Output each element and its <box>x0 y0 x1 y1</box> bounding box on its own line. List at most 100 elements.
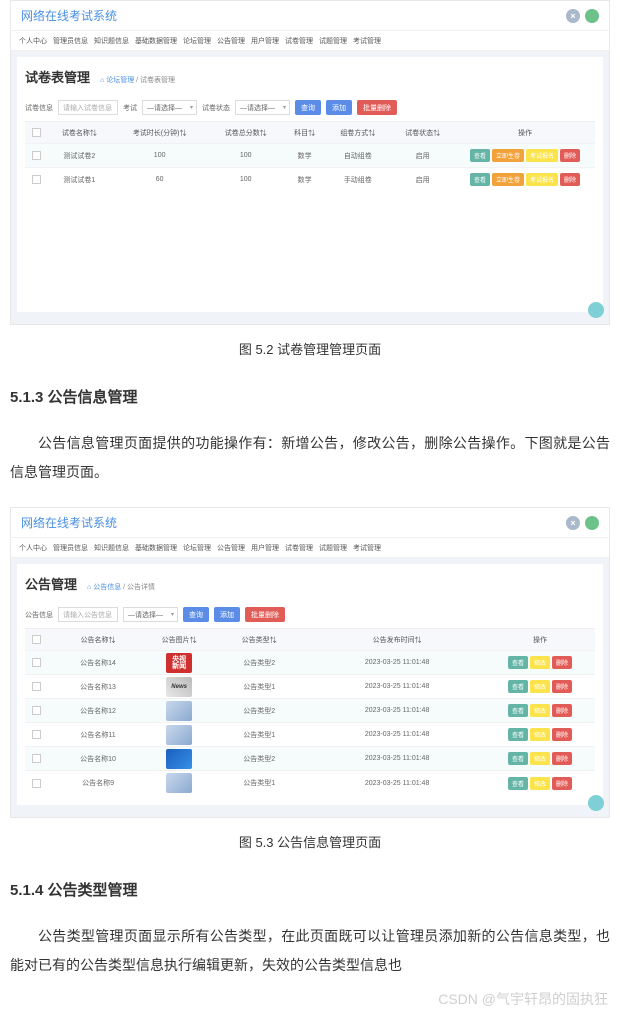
edit-button[interactable]: 修改 <box>530 728 550 741</box>
nav-item[interactable]: 管理员信息 <box>53 543 88 553</box>
cell-time: 2023-03-25 11:01:48 <box>309 723 485 747</box>
nav-item[interactable]: 试题管理 <box>319 543 347 553</box>
thumbnail-icon <box>166 773 192 793</box>
row-checkbox[interactable] <box>32 151 41 160</box>
nav-item[interactable]: 试卷管理 <box>285 543 313 553</box>
nav-item[interactable]: 基础数据管理 <box>135 36 177 46</box>
batch-delete-button[interactable]: 批量删除 <box>357 100 397 115</box>
user-icon[interactable] <box>585 9 599 23</box>
select-type[interactable]: —请选择— <box>123 607 178 622</box>
search-button[interactable]: 查询 <box>183 607 209 622</box>
row-checkbox[interactable] <box>32 175 41 184</box>
nav-item[interactable]: 公告管理 <box>217 36 245 46</box>
nav-item[interactable]: 考试管理 <box>353 36 381 46</box>
view-button[interactable]: 查看 <box>508 752 528 765</box>
nav-item[interactable]: 论坛管理 <box>183 36 211 46</box>
edit-button[interactable]: 修改 <box>530 777 550 790</box>
delete-button[interactable]: 删除 <box>552 704 572 717</box>
edit-button[interactable]: 修改 <box>530 752 550 765</box>
edit-button[interactable]: 修改 <box>530 656 550 669</box>
view-button[interactable]: 查看 <box>470 173 490 186</box>
col-name[interactable]: 公告名称⇅ <box>47 629 149 651</box>
delete-button[interactable]: 删除 <box>552 680 572 693</box>
cell-name: 测试试卷2 <box>47 144 112 168</box>
row-checkbox[interactable] <box>32 682 41 691</box>
nav-item[interactable]: 知识题信息 <box>94 36 129 46</box>
delete-button[interactable]: 删除 <box>552 752 572 765</box>
float-icon[interactable] <box>588 795 604 811</box>
delete-button[interactable]: 删除 <box>552 656 572 669</box>
view-button[interactable]: 查看 <box>508 728 528 741</box>
enroll-button[interactable]: 考试报名 <box>526 173 558 186</box>
nav-item[interactable]: 论坛管理 <box>183 543 211 553</box>
checkbox-all[interactable] <box>32 128 41 137</box>
cell-subj: 数学 <box>284 144 326 168</box>
row-checkbox[interactable] <box>32 754 41 763</box>
app-header: 网络在线考试系统 × <box>11 1 609 31</box>
enroll-button[interactable]: 考试报名 <box>526 149 558 162</box>
nav-item[interactable]: 公告管理 <box>217 543 245 553</box>
col-type[interactable]: 公告类型⇅ <box>209 629 309 651</box>
gen-button[interactable]: 立即生卷 <box>492 149 524 162</box>
section-heading-513: 5.1.3 公告信息管理 <box>10 386 610 407</box>
view-button[interactable]: 查看 <box>508 704 528 717</box>
view-button[interactable]: 查看 <box>508 656 528 669</box>
row-checkbox[interactable] <box>32 706 41 715</box>
select-status[interactable]: —请选择— <box>235 100 290 115</box>
close-icon[interactable]: × <box>566 516 580 530</box>
col-img[interactable]: 公告图片⇅ <box>149 629 209 651</box>
search-input[interactable]: 请输入公告信息 <box>58 607 118 622</box>
app-header: 网络在线考试系统 × <box>11 508 609 538</box>
cell-name: 测试试卷1 <box>47 168 112 192</box>
row-checkbox[interactable] <box>32 779 41 788</box>
crumb-current: 公告详情 <box>127 584 155 591</box>
nav-item[interactable]: 试题管理 <box>319 36 347 46</box>
nav-item[interactable]: 个人中心 <box>19 36 47 46</box>
nav-item[interactable]: 用户管理 <box>251 543 279 553</box>
row-checkbox[interactable] <box>32 658 41 667</box>
edit-button[interactable]: 修改 <box>530 704 550 717</box>
gen-button[interactable]: 立即生卷 <box>492 173 524 186</box>
col-time[interactable]: 公告发布时间⇅ <box>309 629 485 651</box>
delete-button[interactable]: 删除 <box>552 777 572 790</box>
close-icon[interactable]: × <box>566 9 580 23</box>
col-score[interactable]: 试卷总分数⇅ <box>208 122 284 144</box>
nav-item[interactable]: 管理员信息 <box>53 36 88 46</box>
search-button[interactable]: 查询 <box>295 100 321 115</box>
nav-item[interactable]: 基础数据管理 <box>135 543 177 553</box>
select-subject[interactable]: —请选择— <box>142 100 197 115</box>
batch-delete-button[interactable]: 批量删除 <box>245 607 285 622</box>
cell-type: 公告类型2 <box>209 747 309 771</box>
cell-name: 公告名称9 <box>47 771 149 795</box>
col-status[interactable]: 试卷状态⇅ <box>390 122 455 144</box>
crumb-home[interactable]: ⌂ 论坛管理 <box>100 77 134 84</box>
edit-button[interactable]: 修改 <box>530 680 550 693</box>
view-button[interactable]: 查看 <box>508 777 528 790</box>
nav-item[interactable]: 考试管理 <box>353 543 381 553</box>
search-input[interactable]: 请输入试卷信息 <box>58 100 118 115</box>
delete-button[interactable]: 删除 <box>560 149 580 162</box>
delete-button[interactable]: 删除 <box>552 728 572 741</box>
nav-item[interactable]: 个人中心 <box>19 543 47 553</box>
view-button[interactable]: 查看 <box>470 149 490 162</box>
add-button[interactable]: 添加 <box>326 100 352 115</box>
view-button[interactable]: 查看 <box>508 680 528 693</box>
col-name[interactable]: 试卷名称⇅ <box>47 122 112 144</box>
nav-item[interactable]: 用户管理 <box>251 36 279 46</box>
add-button[interactable]: 添加 <box>214 607 240 622</box>
crumb-home[interactable]: ⌂ 公告信息 <box>87 584 121 591</box>
checkbox-all[interactable] <box>32 635 41 644</box>
float-icon[interactable] <box>588 302 604 318</box>
user-icon[interactable] <box>585 516 599 530</box>
col-mode[interactable]: 组卷方式⇅ <box>325 122 390 144</box>
col-duration[interactable]: 考试时长(分钟)⇅ <box>112 122 208 144</box>
breadcrumb: ⌂ 公告信息 / 公告详情 <box>87 582 155 592</box>
notice-table: 公告名称⇅ 公告图片⇅ 公告类型⇅ 公告发布时间⇅ 操作 公告名称14央视新闻公… <box>25 628 595 795</box>
row-checkbox[interactable] <box>32 730 41 739</box>
delete-button[interactable]: 删除 <box>560 173 580 186</box>
col-subject[interactable]: 科目⇅ <box>284 122 326 144</box>
nav-item[interactable]: 试卷管理 <box>285 36 313 46</box>
nav-item[interactable]: 知识题信息 <box>94 543 129 553</box>
thumbnail-icon <box>166 677 192 697</box>
cell-mode: 自动组卷 <box>325 144 390 168</box>
